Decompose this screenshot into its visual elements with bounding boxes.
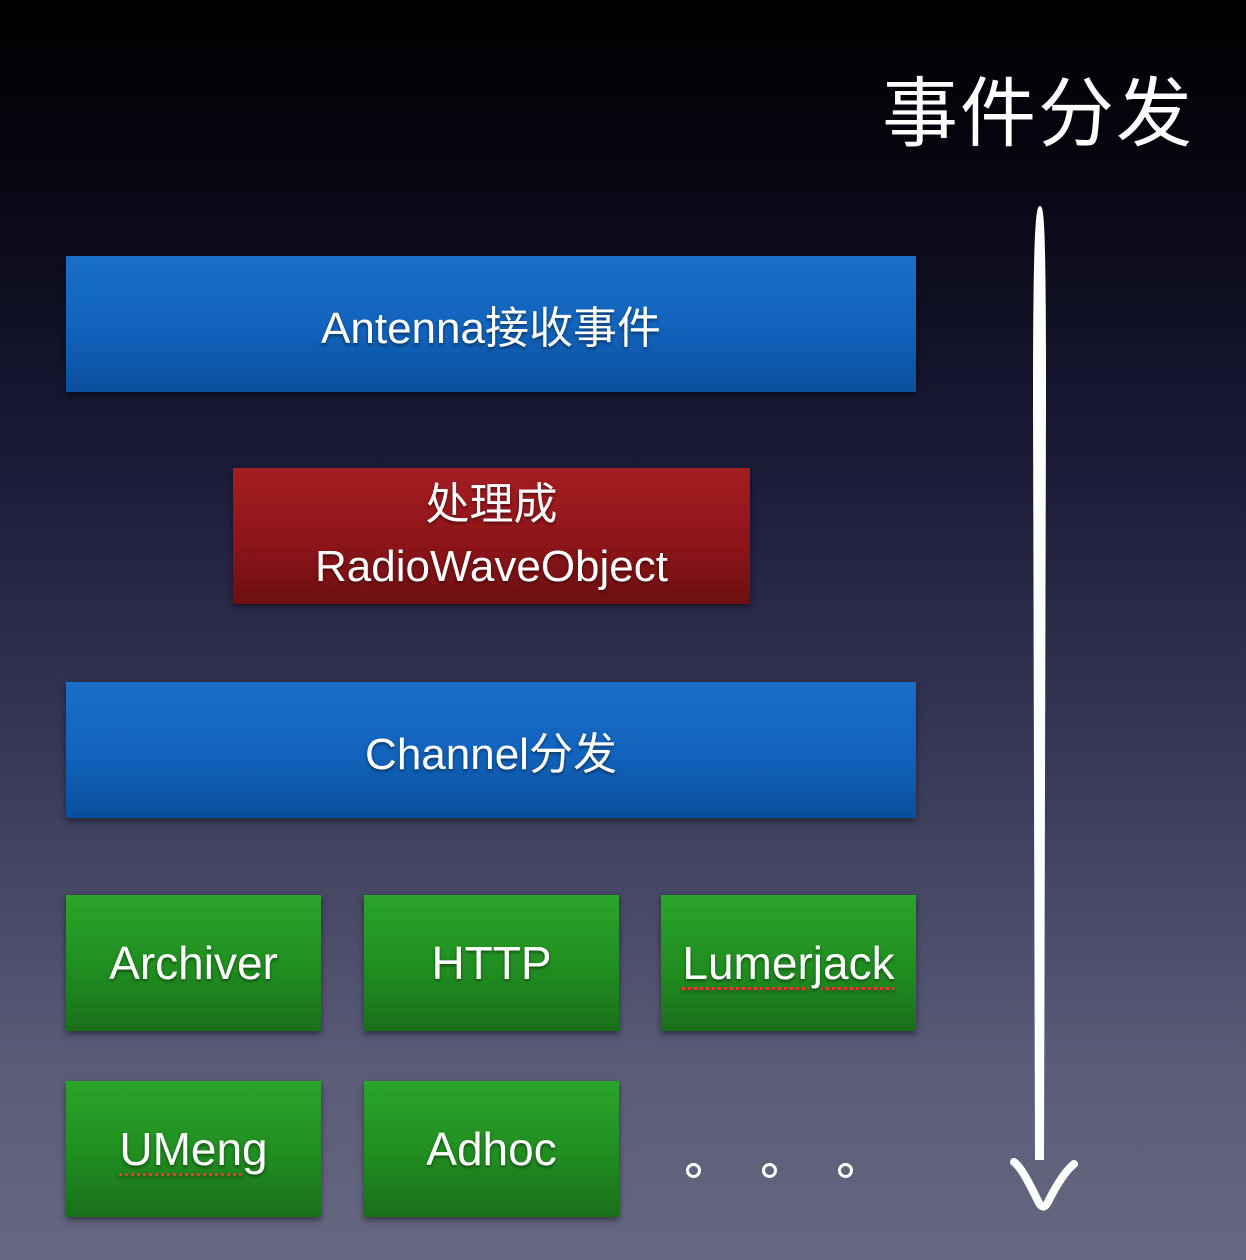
channel-box-archiver: Archiver	[66, 895, 321, 1031]
process-label-line2: RadioWaveObject	[315, 542, 668, 591]
ellipsis-dot	[838, 1163, 853, 1178]
channel-label-umeng: UMeng	[119, 1123, 268, 1175]
ellipsis-dot	[686, 1163, 701, 1178]
channel-label-http: HTTP	[431, 937, 552, 989]
antenna-receive-label: Antenna接收事件	[321, 304, 661, 353]
arrow-head	[1010, 1158, 1078, 1211]
diagram-title: 事件分发	[882, 69, 1194, 158]
channel-box-lumerjack: Lumerjack	[661, 895, 916, 1031]
channel-label-adhoc: Adhoc	[426, 1123, 557, 1175]
process-label-line1: 处理成	[425, 480, 558, 529]
channel-box-adhoc: Adhoc	[364, 1081, 619, 1217]
arrow-shaft	[1033, 206, 1046, 1160]
channel-dispatch-box: Channel分发	[66, 682, 916, 818]
antenna-receive-box: Antenna接收事件	[66, 256, 916, 392]
channel-dispatch-label: Channel分发	[365, 730, 617, 779]
more-icon	[682, 1163, 862, 1187]
channel-box-umeng: UMeng	[66, 1081, 321, 1217]
channel-label-archiver: Archiver	[109, 937, 278, 989]
process-box: 处理成 RadioWaveObject	[233, 468, 750, 604]
channel-box-http: HTTP	[364, 895, 619, 1031]
ellipsis-dot	[762, 1163, 777, 1178]
channel-label-lumerjack: Lumerjack	[682, 937, 895, 989]
arrow-down-icon	[1010, 206, 1078, 1211]
